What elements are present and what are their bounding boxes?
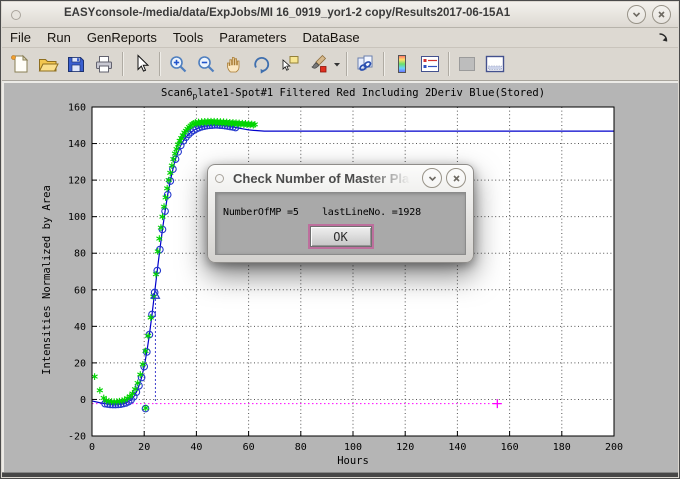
chain-link-icon [354,53,376,75]
menu-file[interactable]: File [10,30,31,45]
hide-plot-tools-button[interactable] [453,51,481,78]
y-tick-label: 60 [74,285,86,296]
x-tick-label: 80 [295,442,307,453]
brush-data-button[interactable] [304,51,332,78]
close-icon [656,9,667,20]
x-tick-label: 200 [605,442,623,453]
show-plot-tools-dock-button[interactable] [481,51,509,78]
menu-database[interactable]: DataBase [302,30,359,45]
y-tick-label: 120 [68,176,86,187]
pan-button[interactable] [220,51,248,78]
menu-tools[interactable]: Tools [173,30,203,45]
dialog-close-button[interactable] [446,168,466,188]
insert-colorbar-button[interactable] [388,51,416,78]
window-title: EASYconsole-/media/data/ExpJobs/MI 16_09… [64,7,510,19]
x-tick-label: 0 [89,442,95,453]
dialog-title: Check Number of Master Pla [233,171,418,186]
x-tick-label: 120 [396,442,414,453]
open-file-button[interactable] [34,51,62,78]
dock-window-icon [484,53,506,75]
x-tick-label: 180 [553,442,571,453]
hide-plot-tools-icon [456,53,478,75]
x-tick-label: 160 [501,442,519,453]
dialog-body: NumberOfMP =5 lastLineNo. =1928 OK [215,192,466,255]
y-tick-label: 140 [68,139,86,150]
check-number-dialog: Check Number of Master Pla NumberOfMP =5… [207,164,474,263]
toolbar-separator [122,52,123,76]
toolbar-separator [383,52,384,76]
zoom-out-icon [195,53,217,75]
dialog-menu-icon[interactable] [215,174,224,183]
y-tick-label: -20 [68,432,86,443]
plot-area[interactable]: 020406080100120140160180200-200204060801… [2,83,680,474]
x-axis-label: Hours [92,455,614,467]
colorbar-icon [391,53,413,75]
printer-icon [93,53,115,75]
toolbar-separator [159,52,160,76]
rotate-3d-button[interactable] [248,51,276,78]
menubar-dock-button[interactable] [657,31,670,44]
datatip-icon [279,53,301,75]
zoom-in-button[interactable] [164,51,192,78]
toolbar-separator [448,52,449,76]
save-floppy-icon [65,53,87,75]
window-titlebar: EASYconsole-/media/data/ExpJobs/MI 16_09… [2,2,678,28]
data-cursor-button[interactable] [276,51,304,78]
plot-background [92,107,614,436]
brush-icon [307,53,329,75]
hand-pan-icon [223,53,245,75]
print-figure-button[interactable] [90,51,118,78]
save-figure-button[interactable] [62,51,90,78]
brush-dropdown-button[interactable] [332,51,342,78]
figure-canvas: Scan6plate1-Spot#1 Filtered Red Includin… [2,83,678,474]
zoom-out-button[interactable] [192,51,220,78]
link-plots-button[interactable] [351,51,379,78]
dialog-message: NumberOfMP =5 lastLineNo. =1928 [223,207,421,218]
y-axis-label: Intensities Normalized by Area [41,185,53,375]
toolbar [2,48,678,81]
x-tick-label: 40 [190,442,202,453]
y-tick-label: 0 [80,395,86,406]
dropdown-caret-icon [333,53,341,75]
y-tick-label: 20 [74,358,86,369]
insert-legend-button[interactable] [416,51,444,78]
chevron-down-icon [631,9,642,20]
dock-figure-arrow-icon [657,31,670,44]
y-tick-label: 160 [68,103,86,114]
window-resize-edge[interactable] [2,472,678,477]
new-document-icon [9,53,31,75]
x-tick-label: 140 [448,442,466,453]
window-shade-button[interactable] [627,5,646,24]
y-tick-label: 100 [68,212,86,223]
window-menu-icon[interactable] [11,10,21,20]
edit-plot-button[interactable] [127,51,155,78]
menu-genreports[interactable]: GenReports [87,30,157,45]
open-folder-icon [37,53,59,75]
app-window: EASYconsole-/media/data/ExpJobs/MI 16_09… [0,0,680,479]
toolbar-separator [346,52,347,76]
dialog-titlebar: Check Number of Master Pla [208,165,473,191]
window-controls [621,5,671,24]
menu-run[interactable]: Run [47,30,71,45]
window-close-button[interactable] [652,5,671,24]
chevron-down-icon [427,173,438,184]
y-tick-label: 40 [74,322,86,333]
pointer-arrow-icon [130,53,152,75]
new-figure-button[interactable] [6,51,34,78]
menubar: File Run GenReports Tools Parameters Dat… [2,28,678,48]
ok-button[interactable]: OK [310,226,372,247]
menu-parameters[interactable]: Parameters [219,30,286,45]
x-tick-label: 100 [344,442,362,453]
y-tick-label: 80 [74,249,86,260]
dialog-shade-button[interactable] [422,168,442,188]
zoom-in-icon [167,53,189,75]
legend-icon [419,53,441,75]
x-tick-label: 60 [243,442,255,453]
close-icon [451,173,462,184]
x-tick-label: 20 [138,442,150,453]
rotate-arrow-icon [251,53,273,75]
